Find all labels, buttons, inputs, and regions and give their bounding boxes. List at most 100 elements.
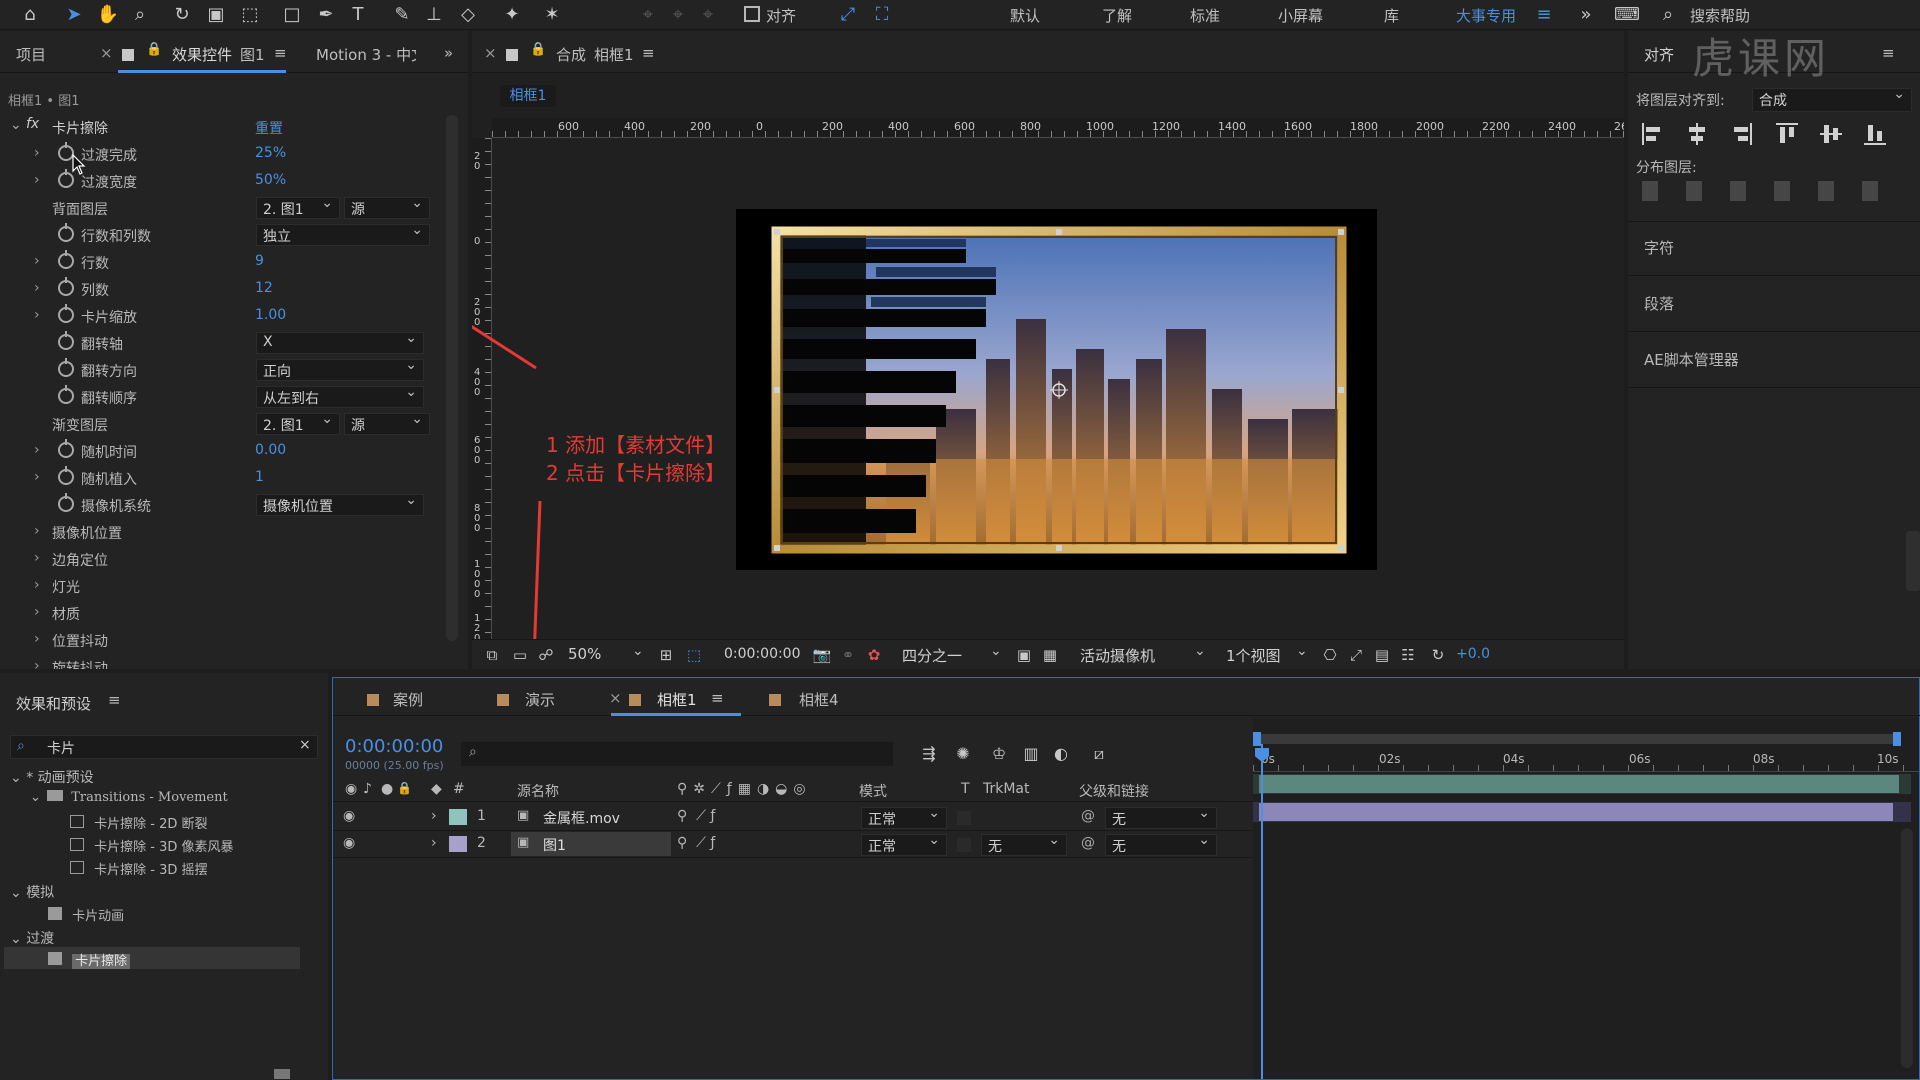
prop-gradient-layer[interactable]: 渐变图层 2. 图1 源 (0, 411, 450, 438)
timeline-tab-case[interactable]: 案例 (393, 689, 423, 710)
draft-3d-icon[interactable]: ✺ (951, 742, 975, 766)
expand-arrow-icon[interactable]: ⌄ (30, 790, 41, 805)
section-character[interactable]: 字符 (1644, 237, 1674, 258)
prop-value[interactable]: 0.00 (255, 442, 286, 458)
group-camera-position[interactable]: › 摄像机位置 (0, 519, 450, 546)
roto-brush-tool-icon[interactable]: ✦ (500, 3, 524, 27)
stopwatch-icon[interactable] (58, 277, 74, 296)
stopwatch-icon[interactable] (58, 493, 74, 512)
workspace-libraries[interactable]: 库 (1384, 5, 1399, 26)
close-tab-icon[interactable]: × (100, 44, 113, 62)
prop-value[interactable]: 25% (255, 145, 286, 161)
group-rotation-jitter[interactable]: › 旋转抖动 (0, 654, 450, 669)
expand-arrow-icon[interactable]: › (34, 442, 40, 458)
camera-dropdown[interactable]: 活动摄像机 (1080, 645, 1155, 666)
eye-icon[interactable]: ◉ (343, 835, 355, 851)
rectangle-tool-icon[interactable]: □ (280, 3, 304, 27)
clear-search-icon[interactable]: × (299, 737, 311, 753)
prop-value[interactable]: 50% (255, 172, 286, 188)
chevron-down-icon[interactable]: ⌄ (1296, 643, 1308, 659)
chevron-down-icon[interactable]: ⌄ (632, 643, 644, 659)
work-area-start-handle[interactable] (1253, 732, 1261, 746)
label-icon[interactable]: ◆ (431, 781, 442, 797)
gradient-layer-dropdown[interactable]: 2. 图1 (256, 411, 340, 435)
workspace-standard[interactable]: 标准 (1190, 5, 1220, 26)
expand-arrow-icon[interactable]: › (34, 172, 40, 188)
snap-checkbox[interactable] (744, 6, 760, 22)
back-layer-source-dropdown[interactable]: 源 (344, 195, 430, 219)
layer-label-color[interactable] (449, 836, 467, 852)
prop-back-layer[interactable]: 背面图层 2. 图1 源 (0, 195, 450, 222)
layer-row[interactable]: ◉ › 2 ▣ 图1 ⚲ ⟋ ƒ 正常 无 @ 无 (333, 831, 1253, 858)
prop-flip-order[interactable]: 翻转顺序 从左到右 (0, 384, 450, 411)
flip-direction-dropdown[interactable]: 正向 (256, 357, 424, 381)
distribute-buttons[interactable] (1642, 181, 1902, 201)
layer2-duration-bar[interactable] (1259, 803, 1893, 821)
tree-item-transitions-movement[interactable]: ⌄ Transitions - Movement (30, 790, 228, 805)
timeline-scrollbar[interactable] (1901, 828, 1913, 1068)
stopwatch-icon[interactable] (58, 385, 74, 404)
show-snapshot-icon[interactable]: ⚭ (836, 643, 860, 667)
monitor-icon[interactable]: ▭ (508, 643, 532, 667)
workspace-active[interactable]: 大事专用 (1456, 5, 1516, 26)
expand-arrow-icon[interactable]: › (431, 835, 437, 851)
layer-switches[interactable]: ⚲ ⟋ ƒ (677, 835, 715, 851)
tree-item-card-wipe[interactable]: 卡片擦除 (48, 950, 131, 969)
timeline-search-field[interactable]: ⌕ (461, 742, 893, 766)
expand-arrow-icon[interactable]: ⌄ (10, 931, 22, 947)
section-paragraph[interactable]: 段落 (1644, 293, 1674, 314)
brush-tool-icon[interactable]: ✎ (390, 3, 414, 27)
expand-arrow-icon[interactable]: › (34, 604, 40, 620)
camera-system-dropdown[interactable]: 摄像机位置 (256, 492, 424, 516)
channel-icon[interactable]: ✿ (862, 643, 886, 667)
prop-columns[interactable]: › 列数 12 (0, 276, 450, 303)
eye-icon[interactable]: ◉ (343, 808, 355, 824)
panel-collapse-handle[interactable] (1906, 531, 1920, 591)
camera-tool-icon[interactable]: ▣ (204, 3, 228, 27)
expand-arrow-icon[interactable]: › (34, 550, 40, 566)
selection-tool-icon[interactable]: ➤ (62, 3, 86, 27)
tree-item-preset[interactable]: 卡片擦除 - 3D 摇摆 (70, 859, 208, 878)
toggle-pixel-aspect-icon[interactable]: ⎔ (1318, 643, 1342, 667)
frame-blending-icon[interactable]: ▥ (1019, 742, 1043, 766)
timeline-tab-demo[interactable]: 演示 (525, 689, 555, 710)
snap-feature-icon[interactable]: ⛶ (870, 3, 894, 27)
prop-value[interactable]: 12 (255, 280, 273, 296)
panel-menu-icon[interactable]: ≡ (274, 44, 287, 62)
workspace-learn[interactable]: 了解 (1102, 5, 1132, 26)
flowchart-icon[interactable]: ☷ (1396, 643, 1420, 667)
gradient-layer-source-dropdown[interactable]: 源 (344, 411, 430, 435)
section-ae-script-manager[interactable]: AE脚本管理器 (1644, 349, 1739, 370)
transparency-grid-icon[interactable]: ⬚ (682, 643, 706, 667)
expand-arrow-icon[interactable]: › (431, 808, 437, 824)
expand-arrow-icon[interactable]: › (34, 253, 40, 269)
tree-item-preset[interactable]: 卡片擦除 - 3D 像素风暴 (70, 836, 234, 855)
snapshot-icon[interactable]: 📷 (810, 643, 834, 667)
col-source-name[interactable]: 源名称 (517, 781, 559, 801)
exposure-value[interactable]: +0.0 (1456, 646, 1490, 662)
timeline-track-area[interactable]: 0s 02s 04s 06s 08s 10s (1253, 718, 1919, 1079)
stopwatch-icon[interactable] (58, 439, 74, 458)
clone-stamp-tool-icon[interactable]: ⊥ (422, 3, 446, 27)
timeline-timecode[interactable]: 0:00:00:00 (345, 736, 443, 757)
parent-dropdown[interactable]: 无 (1105, 805, 1217, 829)
preserve-transparency-checkbox[interactable] (957, 811, 971, 825)
tab-align[interactable]: 对齐 (1644, 44, 1674, 65)
panel-menu-icon[interactable]: ≡ (711, 689, 724, 707)
new-folder-icon[interactable] (274, 1069, 290, 1079)
blend-mode-dropdown[interactable]: 正常 (861, 832, 947, 856)
always-preview-icon[interactable]: ⧉ (480, 643, 504, 667)
tab-effect-controls-layer[interactable]: 图1 (240, 44, 265, 65)
pickwhip-icon[interactable]: @ (1081, 808, 1095, 824)
pickwhip-icon[interactable]: @ (1081, 835, 1095, 851)
layer-name[interactable]: 图1 (543, 835, 566, 855)
zoom-tool-icon[interactable]: ⌕ (128, 3, 152, 27)
expand-arrow-icon[interactable]: › (34, 577, 40, 593)
stopwatch-icon[interactable] (58, 304, 74, 323)
prop-value[interactable]: 9 (255, 253, 264, 269)
tab-motion3[interactable]: Motion 3 - 中文 (316, 44, 416, 65)
align-horizontal-center-icon[interactable] (1686, 123, 1708, 145)
prop-camera-system[interactable]: 摄像机系统 摄像机位置 (0, 492, 450, 519)
flip-order-dropdown[interactable]: 从左到右 (256, 384, 424, 408)
work-area-end-handle[interactable] (1893, 732, 1901, 746)
